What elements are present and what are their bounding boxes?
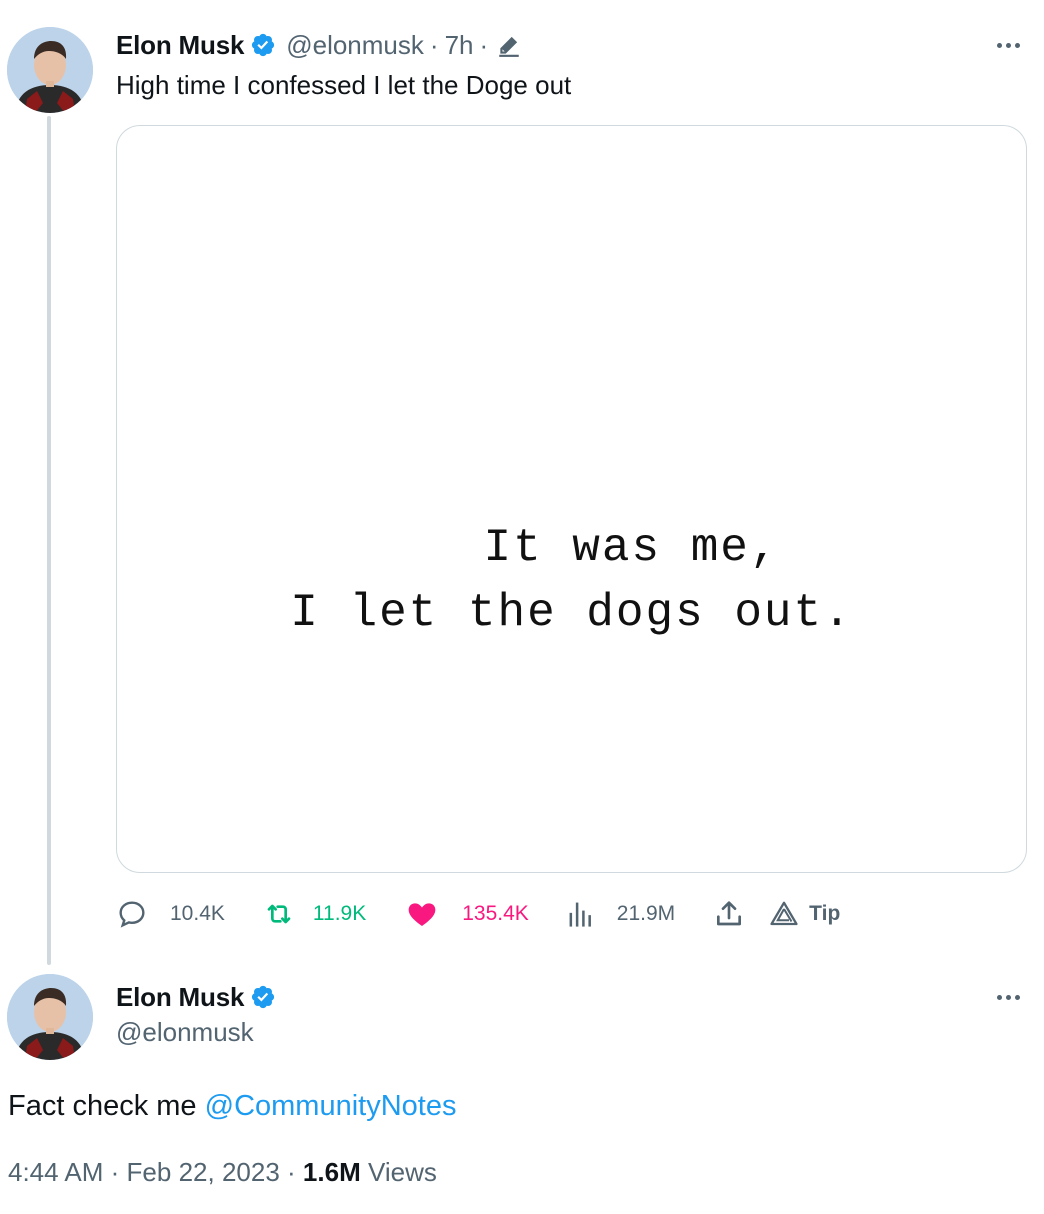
repost-count: 11.9K	[312, 902, 367, 925]
handle[interactable]: @elonmusk	[116, 1017, 254, 1048]
like-button[interactable]: 135.4K	[406, 898, 529, 930]
media-text-line: I let the dogs out.	[290, 587, 853, 639]
tweet-text-prefix: Fact check me	[8, 1090, 205, 1122]
tweet-meta: 4:44 AM · Feb 22, 2023 · 1.6M Views	[8, 1157, 437, 1188]
separator: ·	[429, 29, 439, 60]
share-button[interactable]	[713, 898, 745, 930]
media-text-line: It was me,	[483, 522, 780, 574]
speech-bubble-icon	[116, 898, 148, 930]
separator: ·	[479, 29, 489, 60]
tweet-header: Elon Musk	[116, 981, 276, 1013]
verified-badge-icon	[250, 32, 276, 58]
pencil-icon[interactable]	[496, 32, 522, 58]
mention-link[interactable]: @CommunityNotes	[205, 1090, 457, 1122]
like-count: 135.4K	[462, 902, 529, 925]
tweet-media-image[interactable]: It was me, I let the dogs out.	[116, 125, 1027, 873]
tip-label: Tip	[809, 902, 841, 925]
avatar[interactable]	[7, 27, 93, 113]
avatar[interactable]	[7, 974, 93, 1060]
views-count: 21.9M	[616, 902, 676, 925]
reply-count: 10.4K	[170, 902, 225, 925]
repost-button[interactable]: 11.9K	[263, 898, 366, 930]
reply-button[interactable]: 10.4K	[116, 898, 225, 930]
repost-icon	[263, 898, 295, 930]
thread-line	[47, 116, 51, 965]
tip-button[interactable]: Tip	[769, 899, 840, 929]
tweet-time[interactable]: 4:44 AM	[8, 1157, 103, 1187]
display-name[interactable]: Elon Musk	[116, 30, 244, 61]
tip-triangle-icon	[769, 899, 799, 929]
display-name[interactable]: Elon Musk	[116, 982, 244, 1013]
action-bar: 10.4K 11.9K 135.4K 21.9M Tip	[116, 896, 840, 932]
more-dots-icon[interactable]	[990, 37, 1026, 57]
more-dots-icon[interactable]	[990, 989, 1026, 1009]
bar-chart-icon	[567, 898, 595, 930]
timestamp[interactable]: 7h	[445, 30, 474, 61]
share-upload-icon	[713, 898, 745, 930]
tweet-text: Fact check me @CommunityNotes	[8, 1090, 456, 1123]
views-label: Views	[367, 1157, 437, 1187]
tweet-date[interactable]: Feb 22, 2023	[127, 1157, 280, 1187]
heart-icon	[406, 898, 438, 930]
separator: ·	[287, 1157, 296, 1187]
handle[interactable]: @elonmusk	[286, 30, 424, 61]
tweet-header: Elon Musk @elonmusk · 7h ·	[116, 29, 522, 61]
tweet-text: High time I confessed I let the Doge out	[116, 70, 572, 100]
separator: ·	[110, 1157, 120, 1187]
verified-badge-icon	[250, 984, 276, 1010]
views-count: 1.6M	[302, 1157, 361, 1187]
views-button[interactable]: 21.9M	[567, 898, 675, 930]
